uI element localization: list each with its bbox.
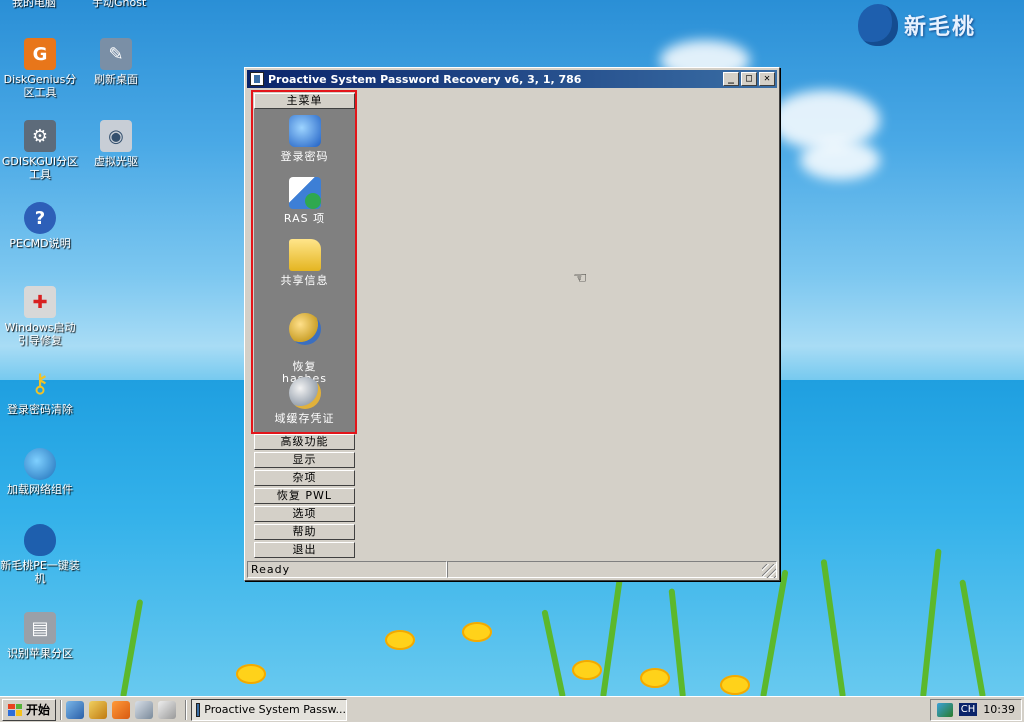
help-icon: ? [24,202,56,234]
menu-button-advanced[interactable]: 高级功能 [254,434,355,450]
desktop-icon-label: Windows启动引导修复 [4,321,76,347]
peach-logo-icon [858,4,898,46]
brand-logo-text: 新毛桃 [904,15,977,40]
taskbar: 开始 Proactive System Passw... CH 10:39 [0,696,1024,722]
desktop-icon-virtual-drive[interactable]: ◉ 虚拟光驱 [76,120,156,168]
desktop-icon-label: GDISKGUI分区工具 [1,155,79,181]
menu-button-display[interactable]: 显示 [254,452,355,468]
main-menu-button[interactable]: 主菜单 [254,93,355,109]
hand-cursor-icon: ☜ [573,268,588,287]
login-password-icon [288,115,321,147]
app-icon [196,702,201,717]
desktop-icon-refresh[interactable]: ✎ 刷新桌面 [76,38,156,86]
resize-grip-icon[interactable] [762,564,776,578]
panel-item-login-password[interactable]: 登录密码 [254,115,355,163]
desktop-icon-diskgenius[interactable]: G DiskGenius分区工具 [0,38,80,99]
menu-button-recover-pwl[interactable]: 恢复 PWL [254,488,355,504]
taskbar-separator [185,699,188,720]
desktop-label-ghost[interactable]: 手动Ghost [92,0,146,10]
windows-logo-icon [8,703,22,716]
desktop-icon-label: 新毛桃PE一键装机 [0,559,80,585]
close-button[interactable]: ✕ [759,72,775,86]
quicklaunch-eraser-icon[interactable] [158,700,177,719]
panel-item-label: 域缓存凭证 [274,412,335,425]
main-menu-panel: 登录密码 RAS 项 共享信息 恢复 hashes 域缓存凭证 [254,109,355,432]
desktop-icon-label: 登录密码清除 [7,403,73,416]
system-tray: CH 10:39 [929,698,1022,721]
domain-cache-icon [288,377,321,409]
network-tray-icon[interactable] [936,702,953,717]
apple-partition-icon: ▤ [24,612,56,644]
taskbar-window-label: Proactive System Passw... [204,703,347,716]
panel-item-ras[interactable]: RAS 项 [254,177,355,225]
desktop-icon-label: 加载网络组件 [7,483,73,496]
desktop-icon-password-clear[interactable]: ⚷ 登录密码清除 [0,368,80,417]
status-bar: Ready [247,561,777,578]
menu-button-exit[interactable]: 退出 [254,542,355,558]
install-icon [24,524,56,556]
desktop-label-my-computer[interactable]: 我的电脑 [12,0,56,10]
panel-item-label: 登录密码 [280,150,329,163]
network-icon [24,448,56,480]
desktop-icon-label: 识别苹果分区 [7,647,73,660]
desktop-icon-label: 虚拟光驱 [94,155,138,168]
panel-item-label: RAS 项 [283,212,326,225]
gdiskgui-icon: ⚙ [24,120,56,152]
window-title: Proactive System Password Recovery v6, 3… [268,72,582,86]
panel-item-share-info[interactable]: 共享信息 [254,239,355,287]
start-button[interactable]: 开始 [2,698,57,721]
start-label: 开始 [26,703,51,717]
desktop-icon-pe-install[interactable]: 新毛桃PE一键装机 [0,524,80,585]
boot-repair-icon: ✚ [24,286,56,318]
client-area: 主菜单 登录密码 RAS 项 共享信息 恢复 hashes 域缓存凭证 [247,88,777,560]
desktop-icon-label: PECMD说明 [9,237,71,250]
quicklaunch-desktop-icon[interactable] [66,700,85,719]
panel-item-domain-cache[interactable]: 域缓存凭证 [254,377,355,425]
refresh-desktop-icon: ✎ [100,38,132,70]
taskbar-window-button[interactable]: Proactive System Passw... [191,698,348,721]
brand-logo: 新毛桃 [858,4,976,46]
app-icon[interactable] [250,72,264,86]
minimize-button[interactable]: _ [723,72,739,86]
desktop-icon-boot-repair[interactable]: ✚ Windows启动引导修复 [0,286,80,347]
panel-item-label: 共享信息 [280,274,329,287]
app-window: Proactive System Password Recovery v6, 3… [244,67,780,581]
ime-indicator[interactable]: CH [958,703,978,716]
menu-button-misc[interactable]: 杂项 [254,470,355,486]
diskgenius-icon: G [24,38,56,70]
menu-button-help[interactable]: 帮助 [254,524,355,540]
status-text: Ready [247,561,447,578]
desktop-icon-label: 刷新桌面 [94,73,138,86]
desktop-icon-apple-partition[interactable]: ▤ 识别苹果分区 [0,612,80,660]
recover-hashes-icon [288,313,321,345]
desktop-icon-gdiskgui[interactable]: ⚙ GDISKGUI分区工具 [0,120,80,181]
quicklaunch-explorer-icon[interactable] [135,700,154,719]
status-panel [447,561,777,578]
clock[interactable]: 10:39 [983,703,1015,716]
title-bar[interactable]: Proactive System Password Recovery v6, 3… [247,70,777,88]
share-folder-icon [288,239,321,271]
virtual-drive-icon: ◉ [100,120,132,152]
desktop-icon-network[interactable]: 加载网络组件 [0,448,80,496]
taskbar-separator [60,699,63,720]
desktop-icon-pecmd[interactable]: ? PECMD说明 [0,202,80,250]
desktop-icon-label: DiskGenius分区工具 [3,73,77,99]
quicklaunch-tool-icon[interactable] [89,700,108,719]
menu-button-options[interactable]: 选项 [254,506,355,522]
ras-icon [288,177,321,209]
maximize-button[interactable]: □ [741,72,757,86]
quicklaunch-app-icon[interactable] [112,700,131,719]
panel-item-recover-hashes[interactable]: 恢复 hashes [254,301,355,385]
key-icon: ⚷ [30,368,50,399]
